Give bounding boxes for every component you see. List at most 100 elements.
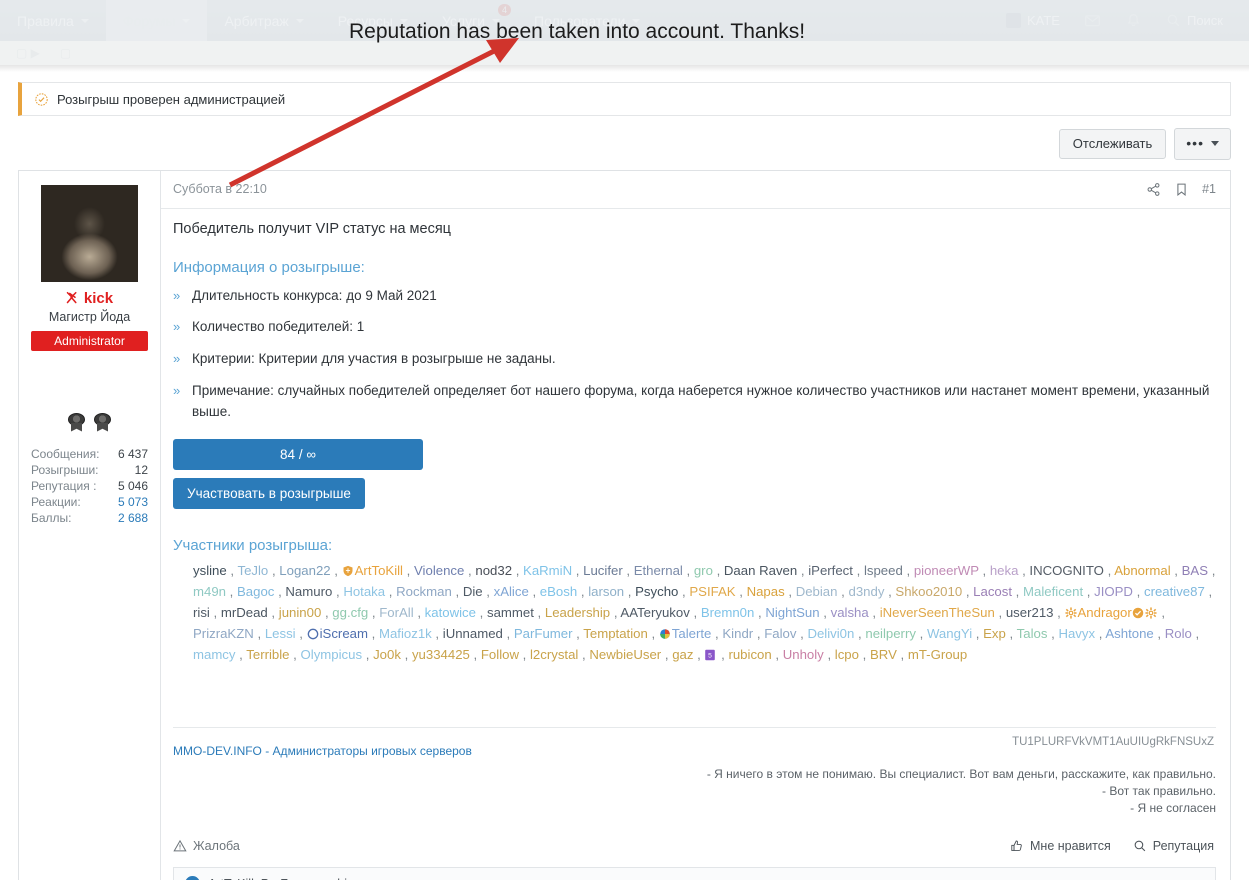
participant-link[interactable]: katowice — [425, 605, 476, 620]
participant-link[interactable]: AATeryukov — [620, 605, 689, 620]
participant-link[interactable]: iPerfect — [808, 563, 853, 578]
participant-link[interactable]: Delivi0n — [807, 626, 854, 641]
participant-link[interactable]: mamcy — [193, 647, 236, 662]
participant-link[interactable]: gaz — [672, 647, 693, 662]
nav-item-forums[interactable]: Форумы — [105, 0, 208, 41]
participant-link[interactable]: valsha — [831, 605, 869, 620]
participant-link[interactable]: Kindr — [722, 626, 753, 641]
bookmark-icon[interactable] — [1175, 182, 1188, 197]
participant-link[interactable]: ParFumer — [514, 626, 573, 641]
reputation-button[interactable]: Репутация — [1133, 839, 1214, 853]
account-menu[interactable]: KATE — [994, 13, 1072, 28]
participant-link[interactable]: NightSun — [765, 605, 819, 620]
participant-link[interactable]: l2crystal — [530, 647, 578, 662]
participant-link[interactable]: larson — [588, 584, 624, 599]
participant-link[interactable]: mT-Group — [908, 647, 967, 662]
participant-link[interactable]: WangYi — [927, 626, 972, 641]
stat-value[interactable]: 5 073 — [118, 494, 148, 510]
participant-link[interactable]: Lacost — [973, 584, 1012, 599]
likes-bar-text[interactable]: ArtToKill, ParFumer и obius — [208, 877, 360, 880]
participant-link[interactable]: Hotaka — [343, 584, 385, 599]
participant-link[interactable]: Maleficent — [1023, 584, 1083, 599]
breadcrumb-item[interactable]: ▢ ▶ — [16, 46, 40, 60]
report-button[interactable]: Жалоба — [173, 839, 240, 853]
participant-link[interactable]: lspeed — [864, 563, 903, 578]
participant-link[interactable]: Debian — [796, 584, 838, 599]
participant-link[interactable]: Shkoo2010 — [895, 584, 962, 599]
participant-link[interactable]: ArtToKill — [355, 563, 403, 578]
participant-link[interactable]: Talerte — [672, 626, 712, 641]
participant-link[interactable]: Bagoc — [237, 584, 274, 599]
participant-link[interactable]: TeJlo — [237, 563, 268, 578]
participant-link[interactable]: junin00 — [279, 605, 322, 620]
participant-link[interactable]: PSIFAK — [689, 584, 735, 599]
participant-link[interactable]: Lessi — [265, 626, 296, 641]
participant-link[interactable]: creative87 — [1144, 584, 1205, 599]
participant-link[interactable]: Bremn0n — [701, 605, 755, 620]
ribbon-award-icon[interactable] — [94, 412, 111, 432]
participant-link[interactable]: Falov — [764, 626, 796, 641]
participant-link[interactable]: Daan Raven — [724, 563, 797, 578]
participant-link[interactable]: pioneerWP — [914, 563, 979, 578]
avatar[interactable] — [41, 184, 138, 282]
participant-link[interactable]: heka — [990, 563, 1019, 578]
participant-link[interactable]: Ethernal — [634, 563, 683, 578]
participant-link[interactable]: nod32 — [475, 563, 512, 578]
participant-link[interactable]: Andragor — [1078, 605, 1132, 620]
participant-link[interactable]: Jo0k — [373, 647, 401, 662]
participant-link[interactable]: Olympicus — [301, 647, 363, 662]
post-number[interactable]: #1 — [1202, 182, 1216, 196]
participant-link[interactable]: lcpo — [835, 647, 859, 662]
participant-link[interactable]: Ashtone — [1105, 626, 1153, 641]
participant-link[interactable]: Psycho — [635, 584, 678, 599]
participant-link[interactable]: Lucifer — [583, 563, 623, 578]
like-button[interactable]: Мне нравится — [1010, 839, 1111, 853]
watch-button[interactable]: Отслеживать — [1058, 128, 1167, 159]
participant-link[interactable]: Rockman — [396, 584, 452, 599]
participant-link[interactable]: ysline — [193, 563, 227, 578]
participant-link[interactable]: BAS — [1182, 563, 1208, 578]
nav-item-arbitration[interactable]: Арбитраж — [207, 0, 320, 41]
inbox-button[interactable] — [1072, 12, 1113, 29]
breadcrumb-item[interactable]: ▢ — [60, 46, 101, 60]
participant-link[interactable]: neilperry — [865, 626, 916, 641]
enter-giveaway-button[interactable]: Участвовать в розыгрыше — [173, 478, 365, 510]
nav-item-rules[interactable]: Правила — [0, 0, 106, 41]
participant-link[interactable]: iUnnamed — [443, 626, 503, 641]
participant-link[interactable]: Havyx — [1058, 626, 1095, 641]
participant-link[interactable]: Temptation — [583, 626, 648, 641]
participant-link[interactable]: gro — [694, 563, 713, 578]
stat-value[interactable]: 2 688 — [118, 510, 148, 526]
participant-link[interactable]: iScream — [320, 626, 368, 641]
search-button[interactable]: Поиск — [1154, 13, 1235, 28]
participant-link[interactable]: risi — [193, 605, 210, 620]
participant-link[interactable]: iNeverSeenTheSun — [880, 605, 995, 620]
participant-link[interactable]: Talos — [1017, 626, 1048, 641]
author-username[interactable]: kick — [31, 290, 148, 307]
participant-link[interactable]: sammet — [487, 605, 534, 620]
participant-link[interactable]: Die — [463, 584, 483, 599]
participant-link[interactable]: user213 — [1006, 605, 1054, 620]
participant-link[interactable]: BRV — [870, 647, 897, 662]
participant-link[interactable]: Terrible — [246, 647, 289, 662]
participant-link[interactable]: Violence — [414, 563, 464, 578]
share-icon[interactable] — [1146, 182, 1161, 197]
post-date[interactable]: Суббота в 22:10 — [173, 182, 267, 196]
participant-link[interactable]: KaRmiN — [523, 563, 572, 578]
participant-link[interactable]: yu334425 — [412, 647, 470, 662]
alerts-button[interactable] — [1113, 12, 1154, 29]
participant-link[interactable]: ForAll — [379, 605, 413, 620]
participant-link[interactable]: Rolo — [1165, 626, 1192, 641]
participant-link[interactable]: m49n — [193, 584, 226, 599]
participant-link[interactable]: d3ndy — [848, 584, 884, 599]
participant-link[interactable]: Mafioz1k — [379, 626, 432, 641]
participant-link[interactable]: xAlice — [494, 584, 529, 599]
participant-link[interactable]: Logan22 — [279, 563, 330, 578]
participant-link[interactable]: gg.cfg — [332, 605, 368, 620]
participant-link[interactable]: mrDead — [221, 605, 268, 620]
participant-link[interactable]: Follow — [481, 647, 519, 662]
participant-link[interactable]: Namuro — [285, 584, 332, 599]
participant-link[interactable]: Unholy — [783, 647, 824, 662]
participant-link[interactable]: JIOPD — [1094, 584, 1133, 599]
participant-link[interactable]: NewbieUser — [589, 647, 661, 662]
